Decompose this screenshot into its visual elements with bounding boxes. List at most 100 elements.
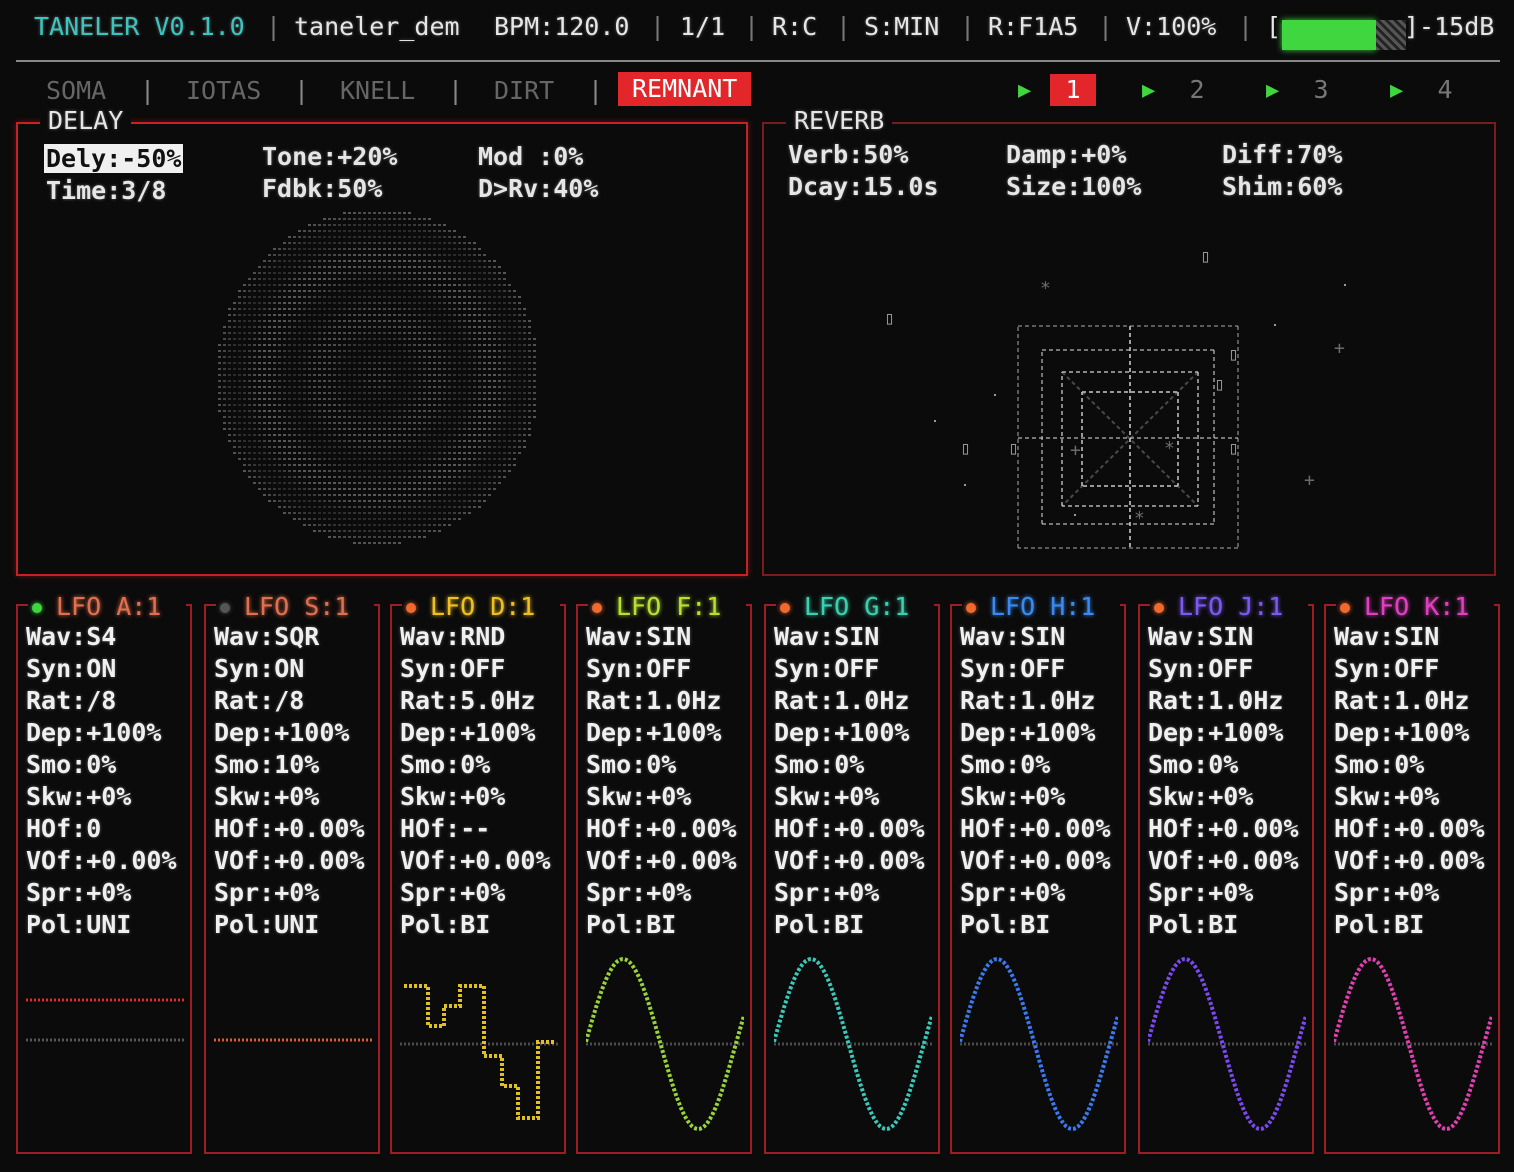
lfo-param[interactable]: Smo:0% xyxy=(1334,750,1424,779)
delay-param-mod[interactable]: Mod :0% xyxy=(478,142,583,171)
lfo-param[interactable]: VOf:+0.00% xyxy=(960,846,1111,875)
page-1[interactable]: 1 xyxy=(1050,74,1096,106)
lfo-panel[interactable]: LFO D:1 Wav:RND Syn:OFF Rat:5.0Hz Dep:+100% S… xyxy=(390,592,566,1154)
reverb-param-shim[interactable]: Shim:60% xyxy=(1222,172,1342,201)
lfo-param[interactable]: Rat:1.0Hz xyxy=(774,686,909,715)
lfo-param[interactable]: Wav:SIN xyxy=(1334,622,1439,651)
lfo-panel[interactable]: LFO S:1 Wav:SQR Syn:ON Rat:/8 Dep:+100% Smo:1… xyxy=(204,592,380,1154)
reverb-param-dcay[interactable]: Dcay:15.0s xyxy=(788,172,939,201)
lfo-param[interactable]: Syn:OFF xyxy=(960,654,1065,683)
lfo-param[interactable]: Rat:1.0Hz xyxy=(1334,686,1469,715)
tab-dirt[interactable]: DIRT xyxy=(494,76,554,105)
delay-param-time[interactable]: Time:3/8 xyxy=(46,176,166,205)
project-name[interactable]: taneler_dem xyxy=(294,12,460,41)
lfo-param[interactable]: Dep:+100% xyxy=(586,718,721,747)
lfo-param[interactable]: Smo:10% xyxy=(214,750,319,779)
play-icon[interactable]: ▶ xyxy=(1390,78,1403,103)
lfo-param[interactable]: HOf:-- xyxy=(400,814,490,843)
reverb-param-size[interactable]: Size:100% xyxy=(1006,172,1141,201)
lfo-param[interactable]: Spr:+0% xyxy=(1148,878,1253,907)
lfo-param[interactable]: Syn:ON xyxy=(26,654,116,683)
lfo-param[interactable]: Dep:+100% xyxy=(26,718,161,747)
lfo-panel[interactable]: LFO A:1 Wav:S4 Syn:ON Rat:/8 Dep:+100% Smo:0%… xyxy=(16,592,192,1154)
lfo-param[interactable]: Wav:SIN xyxy=(960,622,1065,651)
random-seed[interactable]: R:F1A5 xyxy=(988,12,1078,41)
lfo-param[interactable]: Spr:+0% xyxy=(1334,878,1439,907)
delay-param-fdbk[interactable]: Fdbk:50% xyxy=(262,174,382,203)
lfo-param[interactable]: Syn:OFF xyxy=(400,654,505,683)
lfo-param[interactable]: Pol:BI xyxy=(586,910,676,939)
lfo-param[interactable]: Wav:SQR xyxy=(214,622,319,651)
lfo-param[interactable]: Spr:+0% xyxy=(400,878,505,907)
bpm-readout[interactable]: BPM:120.0 xyxy=(494,12,629,41)
lfo-param[interactable]: Rat:5.0Hz xyxy=(400,686,535,715)
tab-soma[interactable]: SOMA xyxy=(46,76,106,105)
play-icon[interactable]: ▶ xyxy=(1018,78,1031,103)
delay-param-dely[interactable]: Dely:-50% xyxy=(44,144,184,173)
lfo-param[interactable]: HOf:+0.00% xyxy=(1148,814,1299,843)
lfo-param[interactable]: Skw:+0% xyxy=(774,782,879,811)
lfo-param[interactable]: Pol:UNI xyxy=(214,910,319,939)
lfo-param[interactable]: VOf:+0.00% xyxy=(1148,846,1299,875)
lfo-param[interactable]: Dep:+100% xyxy=(774,718,909,747)
lfo-param[interactable]: Dep:+100% xyxy=(214,718,349,747)
reverb-param-verb[interactable]: Verb:50% xyxy=(788,140,908,169)
lfo-panel[interactable]: LFO G:1 Wav:SIN Syn:OFF Rat:1.0Hz Dep:+100% S… xyxy=(764,592,940,1154)
lfo-param[interactable]: HOf:+0.00% xyxy=(586,814,737,843)
lfo-param[interactable]: Syn:OFF xyxy=(1148,654,1253,683)
lfo-param[interactable]: Syn:ON xyxy=(214,654,304,683)
delay-param-drv[interactable]: D>Rv:40% xyxy=(478,174,598,203)
tab-knell[interactable]: KNELL xyxy=(340,76,415,105)
lfo-param[interactable]: Dep:+100% xyxy=(1334,718,1469,747)
lfo-param[interactable]: Pol:BI xyxy=(960,910,1050,939)
lfo-param[interactable]: Spr:+0% xyxy=(960,878,1065,907)
lfo-param[interactable]: Syn:OFF xyxy=(586,654,691,683)
play-icon[interactable]: ▶ xyxy=(1142,78,1155,103)
tab-iotas[interactable]: IOTAS xyxy=(186,76,261,105)
lfo-param[interactable]: Wav:SIN xyxy=(774,622,879,651)
lfo-param[interactable]: HOf:+0.00% xyxy=(214,814,365,843)
lfo-param[interactable]: Smo:0% xyxy=(960,750,1050,779)
lfo-param[interactable]: Spr:+0% xyxy=(214,878,319,907)
lfo-param[interactable]: Skw:+0% xyxy=(586,782,691,811)
lfo-param[interactable]: Wav:SIN xyxy=(1148,622,1253,651)
lfo-param[interactable]: Smo:0% xyxy=(400,750,490,779)
reverb-param-diff[interactable]: Diff:70% xyxy=(1222,140,1342,169)
lfo-param[interactable]: Smo:0% xyxy=(26,750,116,779)
delay-param-tone[interactable]: Tone:+20% xyxy=(262,142,397,171)
lfo-param[interactable]: Rat:/8 xyxy=(26,686,116,715)
lfo-param[interactable]: Smo:0% xyxy=(586,750,676,779)
play-icon[interactable]: ▶ xyxy=(1266,78,1279,103)
lfo-param[interactable]: Skw:+0% xyxy=(26,782,131,811)
page-3[interactable]: 3 xyxy=(1298,74,1344,106)
lfo-param[interactable]: Skw:+0% xyxy=(1148,782,1253,811)
lfo-param[interactable]: Pol:UNI xyxy=(26,910,131,939)
lfo-param[interactable]: HOf:0 xyxy=(26,814,101,843)
lfo-param[interactable]: Rat:1.0Hz xyxy=(1148,686,1283,715)
lfo-panel[interactable]: LFO J:1 Wav:SIN Syn:OFF Rat:1.0Hz Dep:+100% S… xyxy=(1138,592,1314,1154)
lfo-param[interactable]: Smo:0% xyxy=(1148,750,1238,779)
lfo-param[interactable]: Syn:OFF xyxy=(1334,654,1439,683)
lfo-param[interactable]: Skw:+0% xyxy=(214,782,319,811)
tab-remnant[interactable]: REMNANT xyxy=(618,72,752,106)
lfo-param[interactable]: HOf:+0.00% xyxy=(1334,814,1485,843)
lfo-param[interactable]: Wav:SIN xyxy=(586,622,691,651)
page-4[interactable]: 4 xyxy=(1422,74,1468,106)
page-2[interactable]: 2 xyxy=(1174,74,1220,106)
lfo-param[interactable]: Spr:+0% xyxy=(26,878,131,907)
lfo-param[interactable]: Skw:+0% xyxy=(1334,782,1439,811)
lfo-param[interactable]: Pol:BI xyxy=(400,910,490,939)
lfo-param[interactable]: Wav:S4 xyxy=(26,622,116,651)
lfo-param[interactable]: Syn:OFF xyxy=(774,654,879,683)
lfo-param[interactable]: Skw:+0% xyxy=(960,782,1065,811)
lfo-param[interactable]: VOf:+0.00% xyxy=(400,846,551,875)
lfo-param[interactable]: VOf:+0.00% xyxy=(586,846,737,875)
reverb-param-damp[interactable]: Damp:+0% xyxy=(1006,140,1126,169)
lfo-param[interactable]: Dep:+100% xyxy=(400,718,535,747)
lfo-panel[interactable]: LFO F:1 Wav:SIN Syn:OFF Rat:1.0Hz Dep:+100% S… xyxy=(576,592,752,1154)
lfo-param[interactable]: Pol:BI xyxy=(774,910,864,939)
volume-readout[interactable]: V:100% xyxy=(1126,12,1216,41)
lfo-param[interactable]: HOf:+0.00% xyxy=(960,814,1111,843)
lfo-panel[interactable]: LFO K:1 Wav:SIN Syn:OFF Rat:1.0Hz Dep:+100% S… xyxy=(1324,592,1500,1154)
lfo-param[interactable]: Wav:RND xyxy=(400,622,505,651)
